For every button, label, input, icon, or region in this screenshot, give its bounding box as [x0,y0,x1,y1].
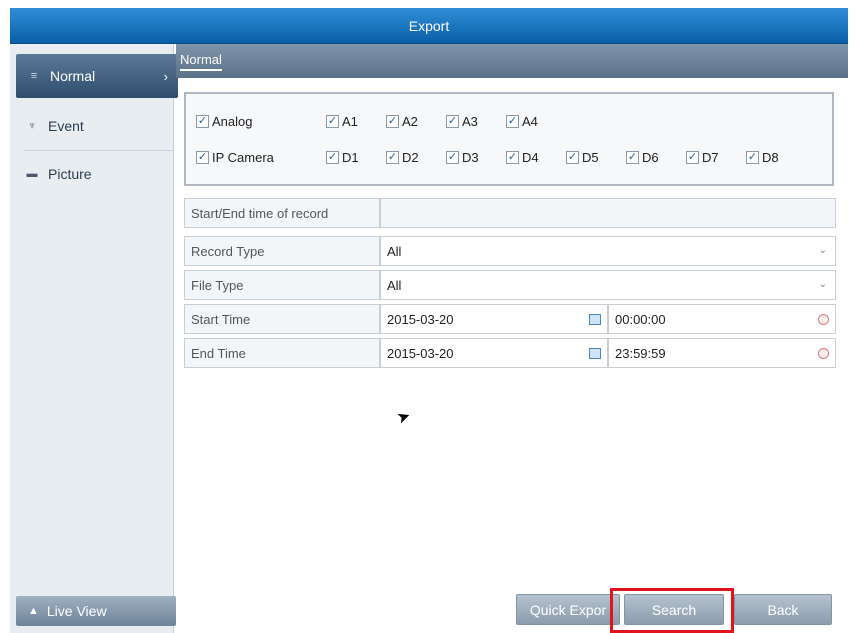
chevron-down-icon: ⌄ [818,279,827,290]
picture-icon: ▬ [26,168,38,180]
clock-icon[interactable] [818,348,829,359]
back-button[interactable]: Back [734,594,832,625]
pin-icon: ♆ [27,120,37,132]
channel-checkbox-a4[interactable]: ✓ A4 [506,114,538,129]
check-icon: ✓ [386,151,399,164]
export-window: Export ≡ Normal › ♆ Event ▬ Picture ▲ Li… [0,0,856,633]
file-type-row: File Type All ⌄ [184,270,836,300]
record-type-row: Record Type All ⌄ [184,236,836,266]
clock-icon[interactable] [818,314,829,325]
chevron-right-icon: › [163,68,168,84]
channel-checkbox-d2[interactable]: ✓ D2 [386,150,419,165]
channel-checkbox-d3[interactable]: ✓ D3 [446,150,479,165]
sidebar-item-normal[interactable]: ≡ Normal › [16,54,178,98]
channel-selector: ✓ Analog ✓ A1 ✓ A2 ✓ A3 ✓ A4 ✓ IP Camera ✓ D1 ✓… [184,92,834,186]
quick-export-button[interactable]: Quick Expor [516,594,620,625]
highlight-box [610,588,734,633]
start-date-input[interactable]: 2015-03-20 [380,304,608,334]
sidebar: ≡ Normal › ♆ Event ▬ Picture ▲ Live View [10,44,178,633]
record-time-value [380,198,836,228]
check-icon: ✓ [566,151,579,164]
channel-checkbox-a1[interactable]: ✓ A1 [326,114,358,129]
channel-checkbox-a2[interactable]: ✓ A2 [386,114,418,129]
check-icon: ✓ [446,151,459,164]
channel-checkbox-d1[interactable]: ✓ D1 [326,150,359,165]
check-icon: ✓ [196,151,209,164]
live-view-label: Live View [46,603,107,619]
record-time-label: Start/End time of record [184,198,380,228]
end-time-row: End Time 2015-03-20 23:59:59 [184,338,836,368]
record-type-select[interactable]: All ⌄ [380,236,836,266]
mouse-cursor-icon: ➤ [394,407,414,428]
channel-checkbox-a3[interactable]: ✓ A3 [446,114,478,129]
calendar-icon[interactable] [589,348,601,359]
check-icon: ✓ [686,151,699,164]
end-time-label: End Time [184,338,380,368]
channel-checkbox-d5[interactable]: ✓ D5 [566,150,599,165]
sidebar-item-label: Picture [48,166,92,182]
divider [24,150,174,151]
check-icon: ✓ [196,115,209,128]
end-time-input[interactable]: 23:59:59 [608,338,836,368]
file-type-select[interactable]: All ⌄ [380,270,836,300]
check-icon: ✓ [386,115,399,128]
list-icon: ≡ [30,70,38,82]
calendar-icon[interactable] [589,314,601,325]
check-icon: ✓ [326,151,339,164]
check-icon: ✓ [746,151,759,164]
start-time-input[interactable]: 00:00:00 [608,304,836,334]
record-type-label: Record Type [184,236,380,266]
sidebar-item-label: Event [48,118,84,134]
check-icon: ✓ [446,115,459,128]
sidebar-item-picture[interactable]: ▬ Picture [14,152,170,196]
analog-checkbox[interactable]: ✓ Analog [196,114,252,129]
start-time-row: Start Time 2015-03-20 00:00:00 [184,304,836,334]
channel-checkbox-d6[interactable]: ✓ D6 [626,150,659,165]
check-icon: ✓ [326,115,339,128]
live-view-button[interactable]: ▲ Live View [16,596,176,626]
check-icon: ✓ [506,115,519,128]
check-icon: ✓ [626,151,639,164]
ip-camera-checkbox[interactable]: ✓ IP Camera [196,150,274,165]
end-date-input[interactable]: 2015-03-20 [380,338,608,368]
check-icon: ✓ [506,151,519,164]
sidebar-item-label: Normal [50,68,96,84]
window-title: Export [10,8,848,44]
start-time-label: Start Time [184,304,380,334]
tab-normal[interactable]: Normal [180,52,222,71]
tab-bar: Normal [176,44,848,78]
channel-checkbox-d8[interactable]: ✓ D8 [746,150,779,165]
channel-checkbox-d7[interactable]: ✓ D7 [686,150,719,165]
sidebar-item-event[interactable]: ♆ Event [14,104,170,148]
chevron-down-icon: ⌄ [818,245,827,256]
channel-checkbox-d4[interactable]: ✓ D4 [506,150,539,165]
home-icon: ▲ [28,605,39,617]
file-type-label: File Type [184,270,380,300]
record-time-row: Start/End time of record [184,198,836,228]
